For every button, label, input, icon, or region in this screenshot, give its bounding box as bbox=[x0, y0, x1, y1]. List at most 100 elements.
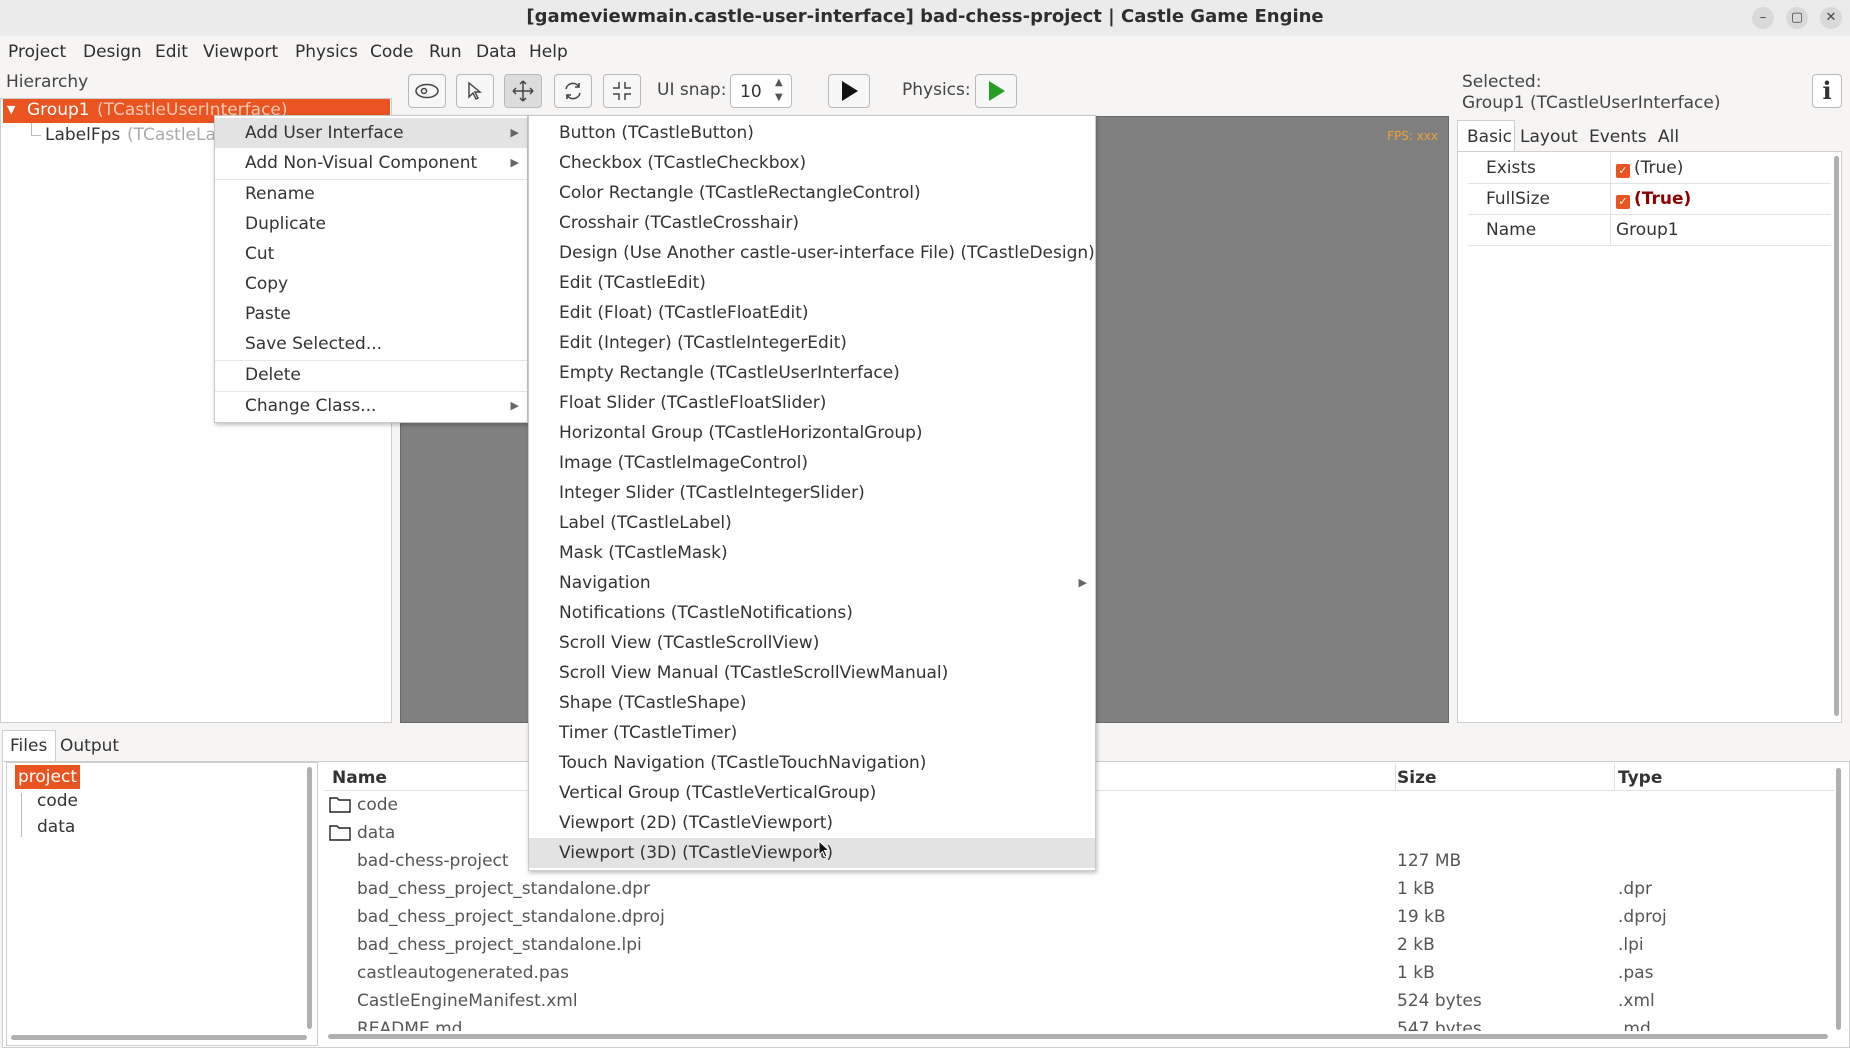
close-window-button[interactable]: ✕ bbox=[1820, 7, 1842, 29]
inspector-scrollbar[interactable] bbox=[1834, 156, 1839, 716]
menu-viewport[interactable]: Viewport bbox=[203, 42, 278, 62]
menu-design[interactable]: Design bbox=[83, 42, 142, 62]
prop-value[interactable]: ✓ (True) bbox=[1616, 189, 1691, 209]
submenu-item-label[interactable]: Label (TCastleLabel) bbox=[529, 508, 1095, 538]
submenu-item-integer-slider[interactable]: Integer Slider (TCastleIntegerSlider) bbox=[529, 478, 1095, 508]
menu-item-label: Label (TCastleLabel) bbox=[559, 513, 732, 533]
file-row[interactable]: bad_chess_project_standalone.dpr 1 kB .d… bbox=[325, 875, 1830, 903]
menu-code[interactable]: Code bbox=[370, 42, 414, 62]
submenu-item-timer[interactable]: Timer (TCastleTimer) bbox=[529, 718, 1095, 748]
files-hscrollbar[interactable] bbox=[328, 1034, 1828, 1039]
submenu-item-checkbox[interactable]: Checkbox (TCastleCheckbox) bbox=[529, 148, 1095, 178]
menu-project[interactable]: Project bbox=[8, 42, 66, 62]
menu-item-duplicate[interactable]: Duplicate bbox=[215, 209, 527, 239]
menu-item-copy[interactable]: Copy bbox=[215, 269, 527, 299]
menu-help[interactable]: Help bbox=[529, 42, 568, 62]
cursor-icon bbox=[468, 81, 482, 100]
submenu-item-navigation[interactable]: Navigation ▶ bbox=[529, 568, 1095, 598]
files-vscrollbar[interactable] bbox=[1836, 768, 1841, 1030]
file-row[interactable]: README.md 547 bytes .md bbox=[325, 1015, 1830, 1031]
submenu-item-edit[interactable]: Edit (TCastleEdit) bbox=[529, 268, 1095, 298]
minimize-icon: – bbox=[1759, 10, 1767, 25]
select-mode-button[interactable] bbox=[456, 74, 494, 108]
file-name: bad_chess_project_standalone.dproj bbox=[357, 907, 665, 927]
menu-item-cut[interactable]: Cut bbox=[215, 239, 527, 269]
tab-files[interactable]: Files bbox=[10, 731, 47, 761]
tab-basic[interactable]: Basic bbox=[1467, 122, 1512, 152]
menu-item-save-selected[interactable]: Save Selected... bbox=[215, 329, 527, 359]
col-type[interactable]: Type bbox=[1618, 768, 1662, 788]
menu-edit[interactable]: Edit bbox=[155, 42, 188, 62]
submenu-item-scroll-view-manual[interactable]: Scroll View Manual (TCastleScrollViewMan… bbox=[529, 658, 1095, 688]
ui-snap-spinner[interactable]: 10 ▲ ▼ bbox=[730, 74, 792, 108]
tree-item-project[interactable]: project bbox=[15, 765, 81, 789]
scale-mode-button[interactable] bbox=[603, 74, 641, 108]
submenu-item-shape[interactable]: Shape (TCastleShape) bbox=[529, 688, 1095, 718]
submenu-item-edit-float[interactable]: Edit (Float) (TCastleFloatEdit) bbox=[529, 298, 1095, 328]
menu-item-label: Mask (TCastleMask) bbox=[559, 543, 728, 563]
submenu-item-button[interactable]: Button (TCastleButton) bbox=[529, 118, 1095, 148]
prop-row-exists[interactable]: Exists ✓ (True) bbox=[1468, 153, 1831, 184]
submenu-item-design[interactable]: Design (Use Another castle-user-interfac… bbox=[529, 238, 1095, 268]
submenu-item-viewport-3d[interactable]: Viewport (3D) (TCastleViewport) bbox=[529, 838, 1095, 868]
prop-row-name[interactable]: Name Group1 bbox=[1468, 215, 1831, 246]
submenu-item-scroll-view[interactable]: Scroll View (TCastleScrollView) bbox=[529, 628, 1095, 658]
tab-output[interactable]: Output bbox=[60, 731, 119, 761]
menu-item-delete[interactable]: Delete bbox=[215, 360, 527, 390]
submenu-item-mask[interactable]: Mask (TCastleMask) bbox=[529, 538, 1095, 568]
col-size[interactable]: Size bbox=[1397, 768, 1437, 788]
submenu-item-image[interactable]: Image (TCastleImageControl) bbox=[529, 448, 1095, 478]
minimize-button[interactable]: – bbox=[1752, 7, 1774, 29]
submenu-item-vertical-group[interactable]: Vertical Group (TCastleVerticalGroup) bbox=[529, 778, 1095, 808]
submenu-item-empty-rectangle[interactable]: Empty Rectangle (TCastleUserInterface) bbox=[529, 358, 1095, 388]
submenu-item-edit-integer[interactable]: Edit (Integer) (TCastleIntegerEdit) bbox=[529, 328, 1095, 358]
maximize-button[interactable]: ▢ bbox=[1786, 7, 1808, 29]
submenu-item-color-rectangle[interactable]: Color Rectangle (TCastleRectangleControl… bbox=[529, 178, 1095, 208]
prop-value[interactable]: ✓ (True) bbox=[1616, 158, 1683, 178]
submenu-item-horizontal-group[interactable]: Horizontal Group (TCastleHorizontalGroup… bbox=[529, 418, 1095, 448]
menu-run[interactable]: Run bbox=[429, 42, 462, 62]
interact-mode-button[interactable] bbox=[408, 74, 446, 108]
physics-play-button[interactable] bbox=[975, 74, 1017, 108]
tab-all[interactable]: All bbox=[1658, 122, 1679, 152]
submenu-item-float-slider[interactable]: Float Slider (TCastleFloatSlider) bbox=[529, 388, 1095, 418]
menu-item-add-user-interface[interactable]: Add User Interface ▶ bbox=[215, 118, 527, 148]
checkbox-checked-icon[interactable]: ✓ bbox=[1616, 195, 1630, 209]
prop-row-fullsize[interactable]: FullSize ✓ (True) bbox=[1468, 184, 1831, 215]
submenu-item-viewport-2d[interactable]: Viewport (2D) (TCastleViewport) bbox=[529, 808, 1095, 838]
tab-events[interactable]: Events bbox=[1589, 122, 1647, 152]
menu-physics[interactable]: Physics bbox=[295, 42, 358, 62]
ui-snap-value[interactable]: 10 bbox=[740, 82, 762, 102]
tab-layout[interactable]: Layout bbox=[1520, 122, 1578, 152]
menu-data[interactable]: Data bbox=[476, 42, 517, 62]
file-row[interactable]: bad_chess_project_standalone.dproj 19 kB… bbox=[325, 903, 1830, 931]
spin-down-icon[interactable]: ▼ bbox=[775, 92, 783, 103]
checkbox-checked-icon[interactable]: ✓ bbox=[1616, 164, 1630, 178]
tree-vscrollbar[interactable] bbox=[307, 767, 312, 1029]
submenu-item-touch-navigation[interactable]: Touch Navigation (TCastleTouchNavigation… bbox=[529, 748, 1095, 778]
rotate-mode-button[interactable] bbox=[554, 74, 592, 108]
menu-item-add-non-visual-component[interactable]: Add Non-Visual Component ▶ bbox=[215, 148, 527, 178]
menubar: Project Design Edit Viewport Physics Cod… bbox=[0, 36, 1850, 68]
file-name: bad_chess_project_standalone.dpr bbox=[357, 879, 651, 899]
menu-item-rename[interactable]: Rename bbox=[215, 179, 527, 209]
tree-item-data[interactable]: data bbox=[37, 817, 75, 837]
col-name[interactable]: Name bbox=[332, 768, 387, 788]
file-size: 127 MB bbox=[1397, 851, 1462, 871]
tree-item-code[interactable]: code bbox=[37, 791, 78, 811]
tree-hscrollbar[interactable] bbox=[11, 1035, 307, 1040]
file-row[interactable]: CastleEngineManifest.xml 524 bytes .xml bbox=[325, 987, 1830, 1015]
spin-up-icon[interactable]: ▲ bbox=[775, 77, 783, 88]
menu-item-change-class[interactable]: Change Class... ▶ bbox=[215, 391, 527, 421]
menu-item-label: Horizontal Group (TCastleHorizontalGroup… bbox=[559, 423, 923, 443]
play-button[interactable] bbox=[828, 74, 870, 108]
file-row[interactable]: bad_chess_project_standalone.lpi 2 kB .l… bbox=[325, 931, 1830, 959]
translate-mode-button[interactable] bbox=[504, 74, 542, 108]
expand-icon[interactable]: ▼ bbox=[7, 103, 15, 116]
submenu-item-crosshair[interactable]: Crosshair (TCastleCrosshair) bbox=[529, 208, 1095, 238]
info-button[interactable]: i bbox=[1812, 74, 1842, 108]
prop-value[interactable]: Group1 bbox=[1616, 220, 1679, 240]
menu-item-paste[interactable]: Paste bbox=[215, 299, 527, 329]
submenu-item-notifications[interactable]: Notifications (TCastleNotifications) bbox=[529, 598, 1095, 628]
file-row[interactable]: castleautogenerated.pas 1 kB .pas bbox=[325, 959, 1830, 987]
